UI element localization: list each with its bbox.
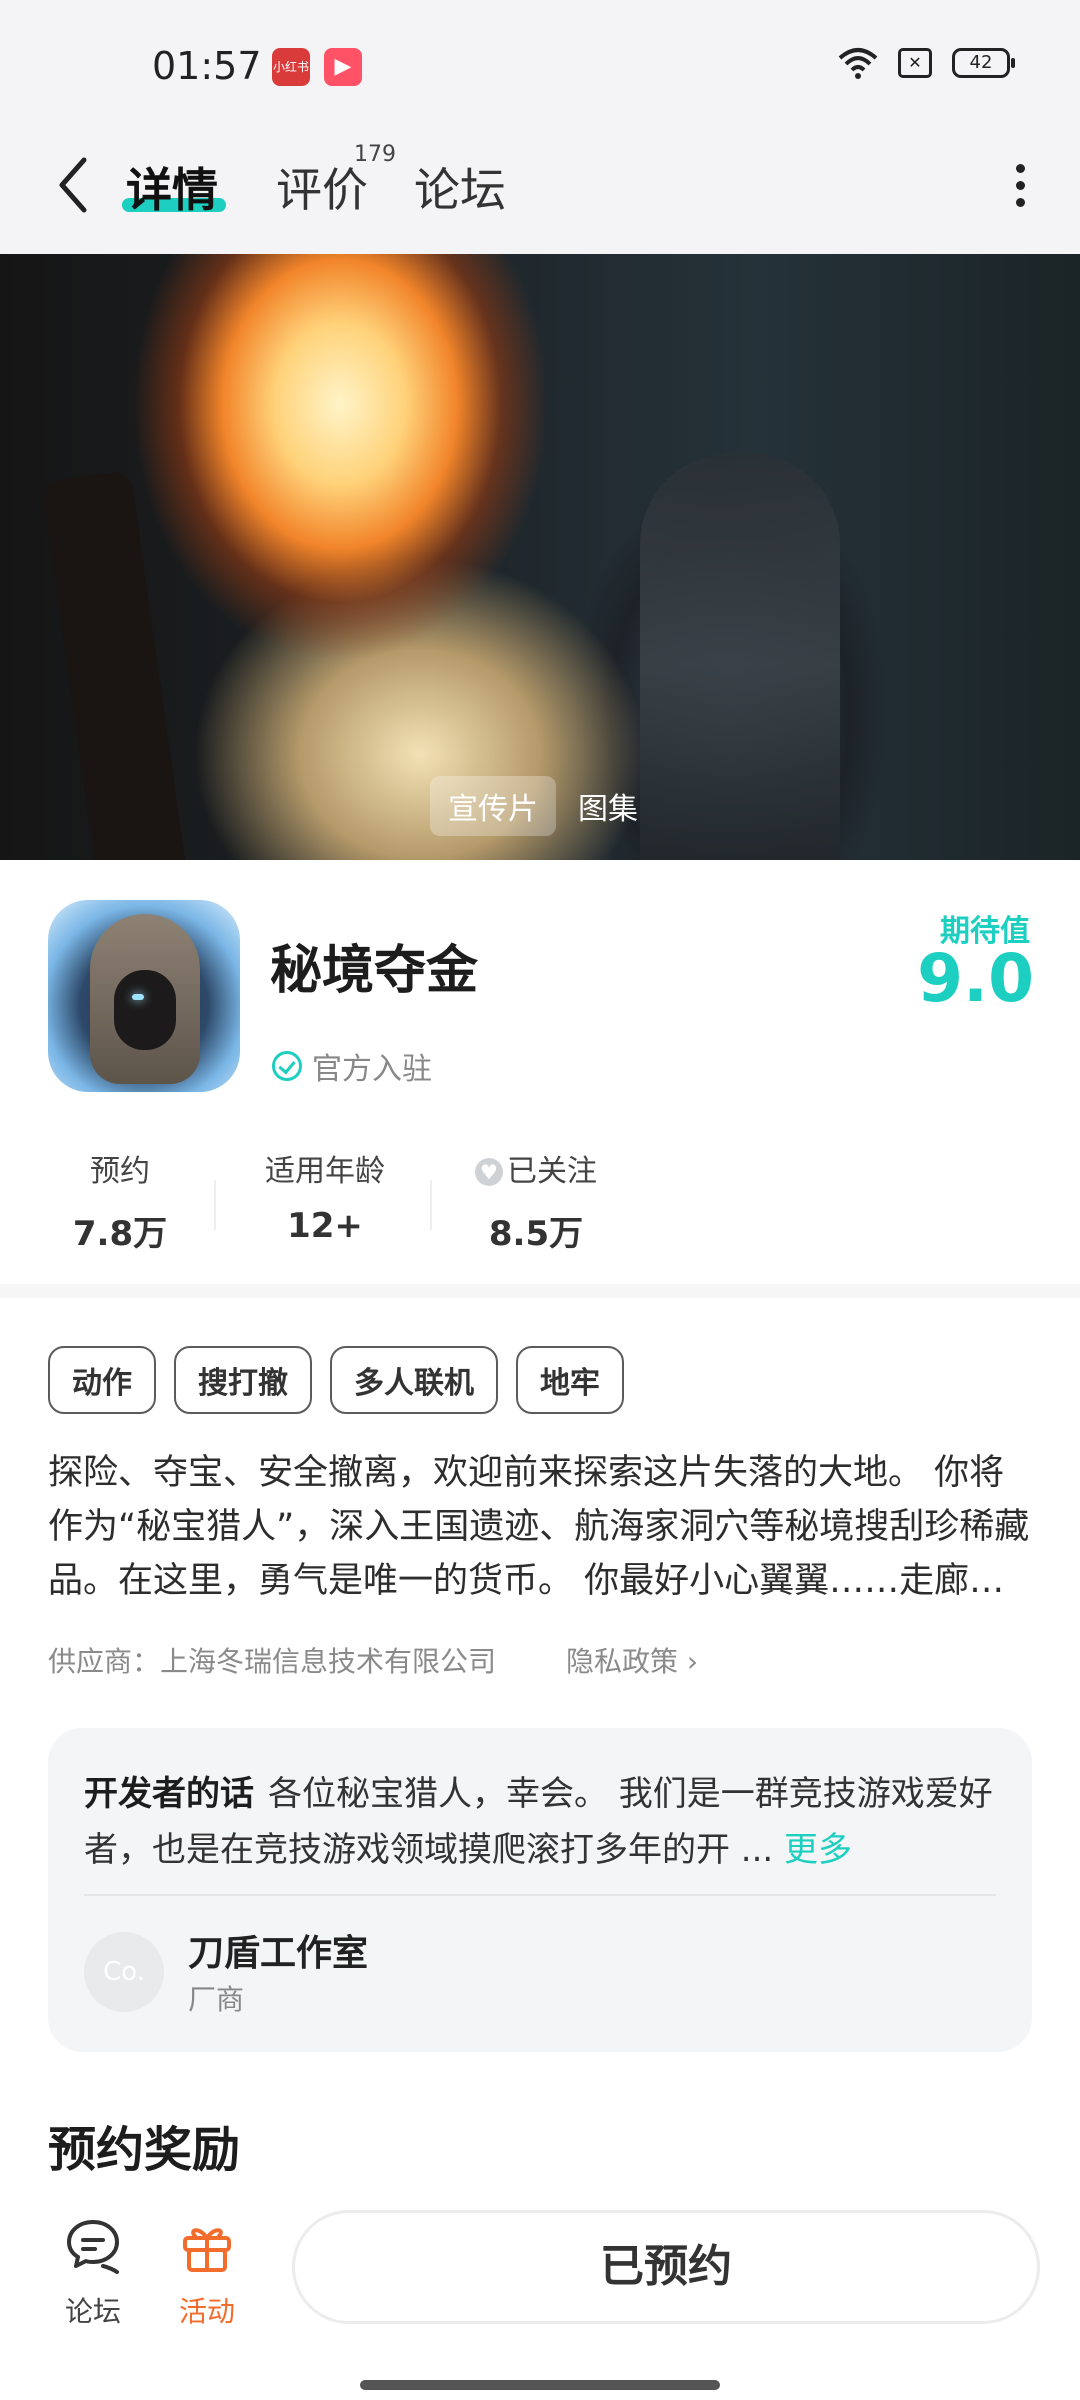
stat-value: 8.5万 [488, 1214, 584, 1254]
stat-value: 12+ [287, 1206, 363, 1246]
divider [84, 1894, 996, 1896]
developer-message-title: 开发者的话 [84, 1774, 254, 1814]
hero-character-shape [640, 454, 840, 860]
stat-reservations: 预约 7.8万 [70, 1146, 170, 1255]
tag-item[interactable]: 地牢 [516, 1346, 624, 1414]
bottom-activity-label: 活动 [178, 2295, 235, 2328]
status-indicators: ✕ 42 [838, 46, 1015, 80]
expectation-score: 9.0 [917, 940, 1034, 1017]
reserved-button[interactable]: 已预约 [292, 2210, 1040, 2324]
stat-value: 7.8万 [72, 1214, 168, 1254]
privacy-policy-link[interactable]: 隐私政策 › [566, 1640, 698, 1680]
developer-message[interactable]: 开发者的话 各位秘宝猎人，幸会。 我们是一群竞技游戏爱好者，也是在竞技游戏领域摸爬… [84, 1766, 994, 1878]
tab-detail[interactable]: 详情 [126, 154, 218, 220]
hero-media[interactable]: 宣传片 图集 [0, 254, 1080, 860]
stat-divider [214, 1180, 216, 1230]
official-label: 官方入驻 [312, 1052, 432, 1087]
top-nav: 详情 评价 179 论坛 [0, 130, 1080, 254]
stat-divider [430, 1180, 432, 1230]
tab-detail-label: 详情 [126, 163, 218, 217]
app-icon [48, 900, 240, 1092]
tag-item[interactable]: 动作 [48, 1346, 156, 1414]
xiaohongshu-app-icon: 小红书 [272, 48, 310, 86]
chevron-right-icon: › [686, 1645, 699, 1678]
stat-label: 适用年龄 [265, 1154, 385, 1189]
status-bar: 01:57 小红书 ▶ ✕ 42 [0, 0, 1080, 130]
stat-age-rating: 适用年龄 12+ [250, 1146, 400, 1246]
battery-icon: 42 [952, 48, 1015, 78]
tag-item[interactable]: 搜打撤 [174, 1346, 312, 1414]
forum-chat-icon [67, 2220, 119, 2274]
stat-label: ♥ 已关注 [466, 1146, 606, 1190]
wifi-icon [838, 48, 878, 79]
supplier-info: 供应商：上海冬瑞信息技术有限公司 [48, 1645, 497, 1678]
follow-label: 已关注 [507, 1154, 597, 1189]
developer-name[interactable]: 刀盾工作室 [188, 1924, 368, 1976]
privacy-policy-label: 隐私政策 [566, 1645, 679, 1678]
stat-label: 预约 [90, 1154, 150, 1189]
heart-icon: ♥ [475, 1158, 503, 1186]
stat-followers[interactable]: ♥ 已关注 8.5万 [466, 1146, 606, 1255]
tag-list: 动作 搜打撤 多人联机 地牢 [48, 1346, 624, 1414]
bottom-action-bar: 论坛 活动 已预约 [0, 2186, 1080, 2400]
bottom-activity-button[interactable]: 活动 [162, 2216, 252, 2330]
official-badge: 官方入驻 [272, 1044, 432, 1088]
more-options-icon[interactable] [1010, 158, 1030, 218]
back-arrow-icon[interactable] [52, 152, 96, 218]
reservation-reward-title: 预约奖励 [48, 2122, 241, 2178]
no-sim-icon: ✕ [898, 48, 932, 78]
gift-icon [183, 2228, 231, 2272]
app-name: 秘境夺金 [270, 941, 479, 1001]
developer-card: 开发者的话 各位秘宝猎人，幸会。 我们是一群竞技游戏爱好者，也是在竞技游戏领域摸爬… [48, 1728, 1032, 2052]
hero-torch-shape [41, 469, 189, 860]
game-description[interactable]: 探险、夺宝、安全撤离，欢迎前来探索这片失落的大地。 你将作为“秘宝猎人”，深入王… [48, 1446, 1032, 1608]
bottom-forum-button[interactable]: 论坛 [48, 2216, 138, 2330]
review-count-badge: 179 [354, 142, 396, 167]
media-tab-gallery[interactable]: 图集 [560, 776, 656, 836]
developer-avatar[interactable]: Co. [84, 1932, 164, 2012]
media-tab-video[interactable]: 宣传片 [430, 776, 556, 836]
video-app-icon: ▶ [324, 48, 362, 86]
bottom-forum-label: 论坛 [64, 2295, 121, 2328]
developer-role: 厂商 [188, 1983, 245, 2016]
status-time: 01:57 [152, 44, 262, 88]
tag-item[interactable]: 多人联机 [330, 1346, 498, 1414]
verified-check-icon [272, 1051, 302, 1081]
tab-forum[interactable]: 论坛 [414, 154, 506, 220]
media-tabs: 宣传片 图集 [430, 776, 656, 836]
section-divider [0, 1284, 1080, 1298]
more-link[interactable]: 更多 [784, 1830, 852, 1870]
home-indicator[interactable] [360, 2380, 720, 2390]
